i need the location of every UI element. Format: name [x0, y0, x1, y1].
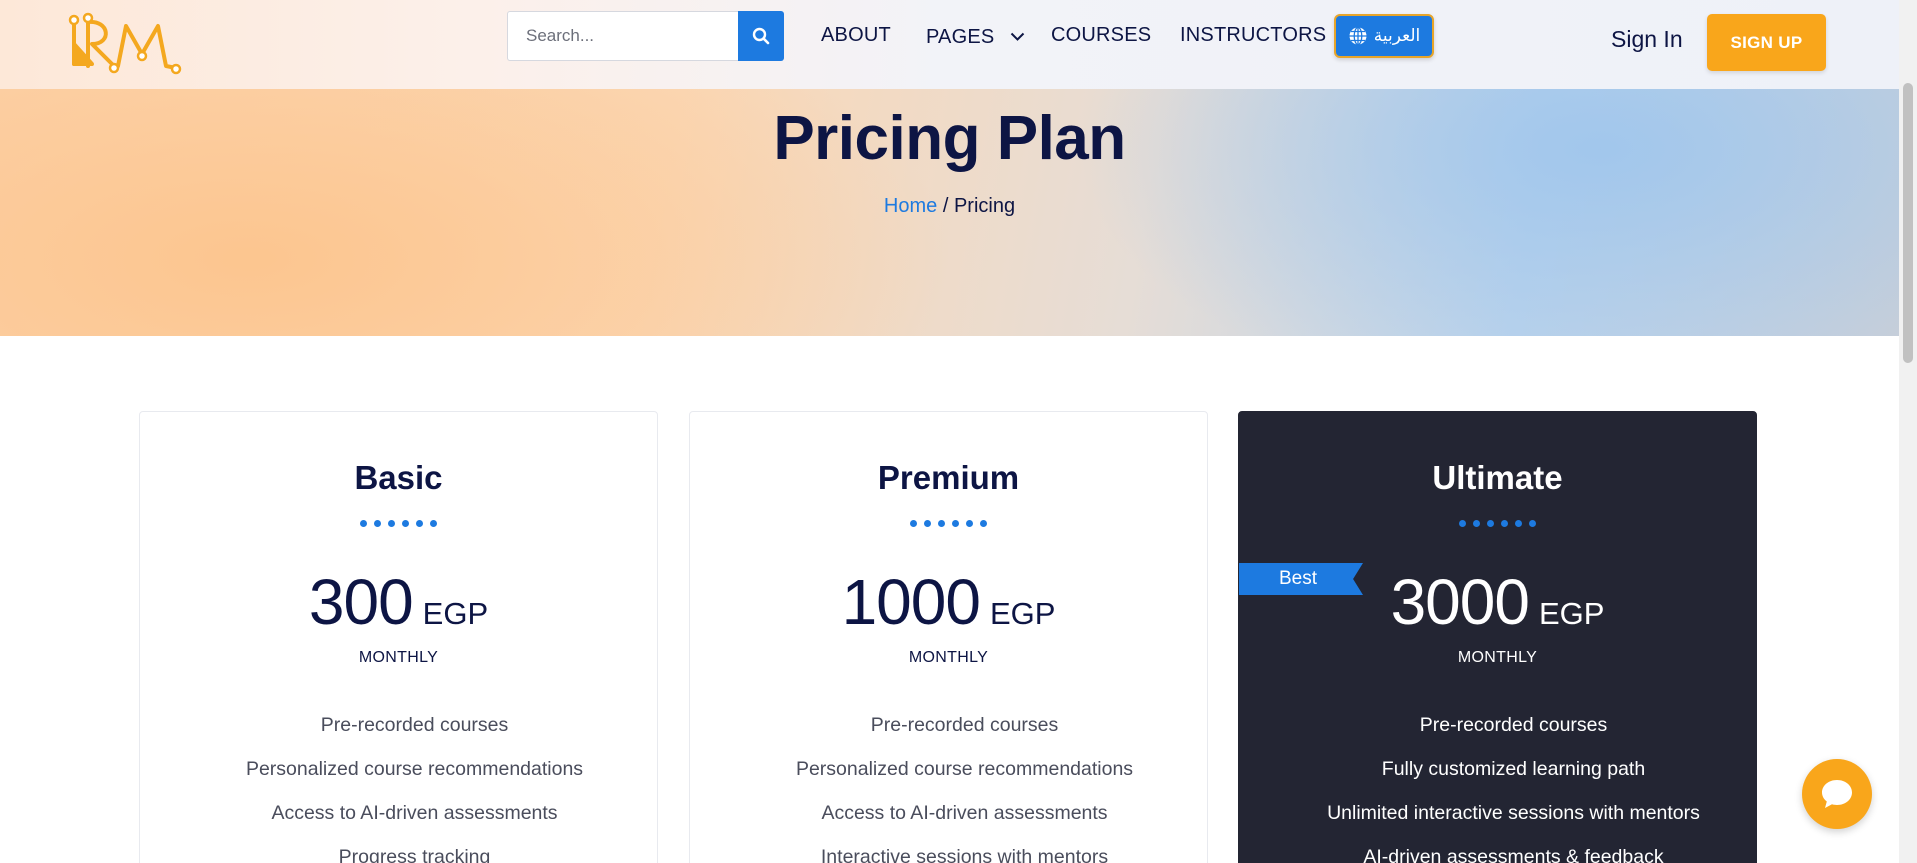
feature-item: Access to AI-driven assessments [271, 802, 558, 824]
price-currency: EGP [989, 596, 1056, 631]
page-title: Pricing Plan [773, 104, 1126, 173]
feature-item: Pre-recorded courses [1419, 714, 1608, 736]
price-amount: 1000 [841, 566, 981, 638]
globe-icon [1349, 26, 1367, 46]
plan-name: Ultimate [1432, 459, 1563, 496]
search-bar [507, 11, 784, 61]
chevron-down-icon [1010, 24, 1025, 47]
feature-item: Pre-recorded courses [320, 714, 509, 736]
price-amount: 3000 [1390, 566, 1530, 638]
breadcrumb: Home / Pricing [0, 195, 1899, 218]
scrollbar-thumb[interactable] [1903, 83, 1913, 363]
search-input[interactable] [507, 11, 738, 61]
nav-about[interactable]: ABOUT [821, 24, 891, 47]
feature-item: AI-driven assessments & feedback [1363, 846, 1664, 863]
page-scrollbar[interactable] [1899, 0, 1917, 863]
search-icon [752, 27, 770, 45]
language-switch-button[interactable]: العربية [1334, 14, 1434, 58]
nav-pages-label: PAGES [926, 26, 995, 48]
logo-mark-icon [68, 12, 182, 75]
feature-item: Access to AI-driven assessments [821, 802, 1108, 824]
title-divider [140, 520, 657, 527]
sign-up-button[interactable]: SIGN UP [1707, 14, 1826, 71]
nav-pages[interactable]: PAGES [926, 24, 1025, 49]
breadcrumb-home-link[interactable]: Home [884, 195, 937, 217]
feature-item: Pre-recorded courses [870, 714, 1059, 736]
price-currency: EGP [422, 596, 489, 631]
feature-item: Progress tracking [338, 846, 491, 863]
price-currency: EGP [1538, 596, 1605, 631]
feature-item: Interactive sessions with mentors [820, 846, 1109, 863]
sign-in-link[interactable]: Sign In [1611, 26, 1683, 53]
language-label: العربية [1373, 26, 1421, 45]
search-button[interactable] [738, 11, 784, 61]
plan-name: Premium [877, 459, 1020, 496]
feature-list: Pre-recorded courses Personalized course… [155, 703, 674, 863]
plan-name: Basic [354, 459, 443, 496]
title-divider [1239, 520, 1756, 527]
breadcrumb-separator: / [942, 195, 949, 217]
billing-period: MONTHLY [1457, 649, 1538, 666]
plan-price: 1000 EGP [690, 565, 1207, 639]
plan-price: 300 EGP [140, 565, 657, 639]
billing-period: MONTHLY [908, 649, 989, 666]
breadcrumb-current: Pricing [953, 195, 1016, 217]
feature-list: Pre-recorded courses Personalized course… [705, 703, 1224, 863]
feature-list: Pre-recorded courses Fully customized le… [1254, 703, 1773, 863]
chat-button[interactable] [1802, 759, 1872, 829]
pricing-card-basic: Basic 300 EGP MONTHLY Pre-recorded course… [139, 411, 658, 863]
logo[interactable] [66, 8, 182, 78]
title-divider [690, 520, 1207, 527]
feature-item: Fully customized learning path [1381, 758, 1646, 780]
nav-instructors[interactable]: INSTRUCTORS [1180, 24, 1326, 47]
nav-courses[interactable]: COURSES [1051, 24, 1151, 47]
pricing-card-ultimate: Ultimate Best 3000 EGP MONTHLY Pre-record… [1238, 411, 1757, 863]
price-amount: 300 [308, 566, 414, 638]
site-header: ABOUT PAGES COURSES INSTRUCTORS العربية … [0, 0, 1899, 89]
feature-item: Personalized course recommendations [245, 758, 584, 780]
chat-bubble-icon [1822, 780, 1852, 808]
feature-item: Unlimited interactive sessions with ment… [1327, 802, 1700, 824]
feature-item: Personalized course recommendations [795, 758, 1134, 780]
billing-period: MONTHLY [358, 649, 439, 666]
pricing-card-premium: Premium 1000 EGP MONTHLY Pre-recorded cou… [689, 411, 1208, 863]
plan-price: 3000 EGP [1239, 565, 1756, 639]
